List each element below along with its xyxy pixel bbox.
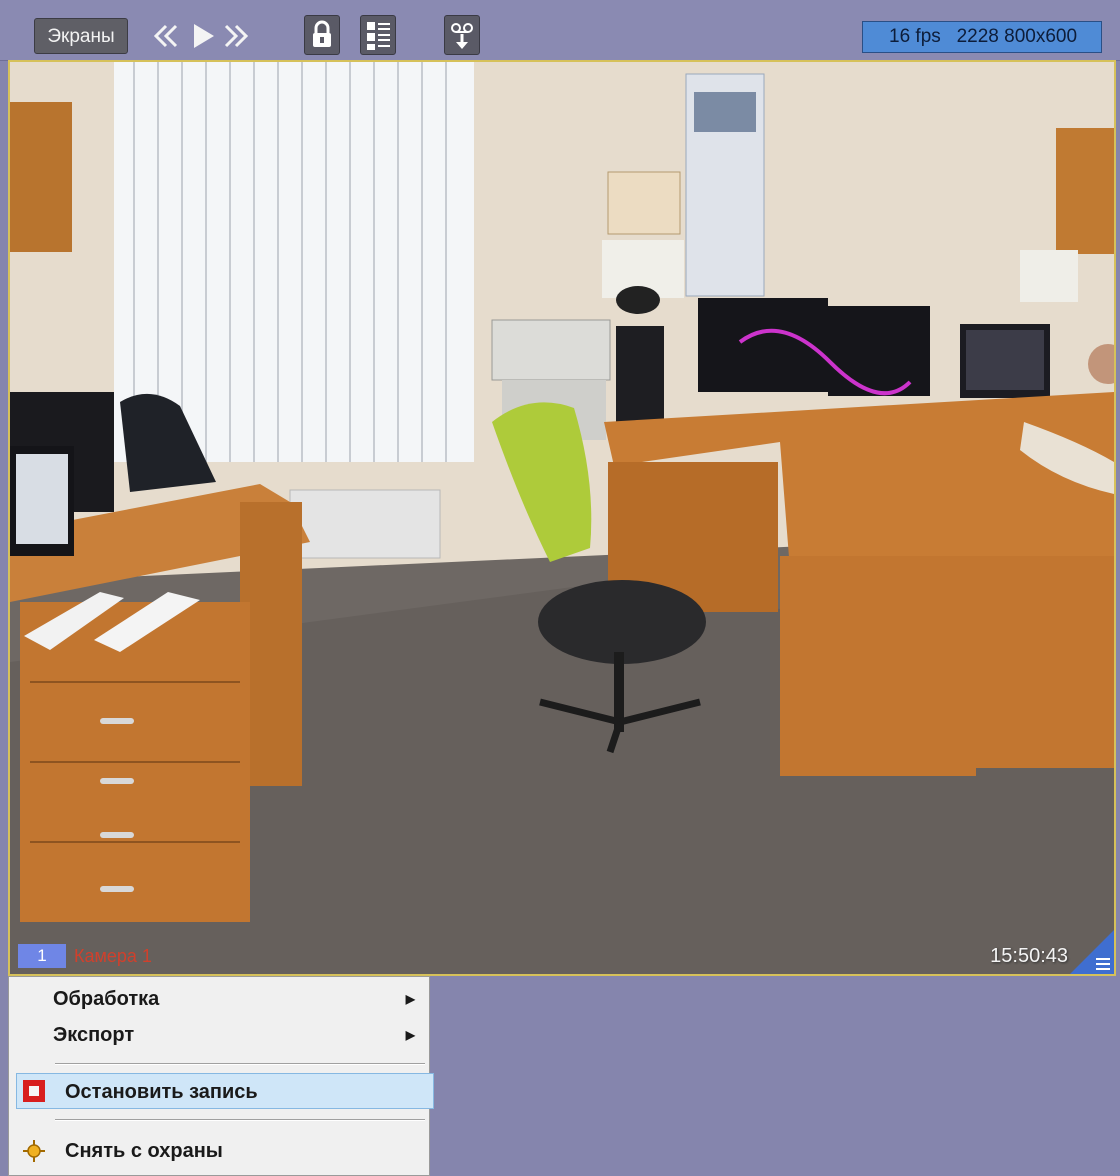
menu-item-processing[interactable]: Обработка ▶ — [9, 981, 429, 1017]
play-icon[interactable] — [188, 18, 218, 54]
video-timestamp: 15:50:43 — [990, 945, 1068, 967]
menu-item-disarm[interactable]: Снять с охраны — [9, 1133, 429, 1169]
context-menu: Обработка ▶ Экспорт ▶ Остановить запись … — [8, 976, 434, 1176]
lock-icon[interactable] — [304, 15, 340, 55]
camera-name-label: Камера 1 — [74, 946, 152, 966]
submenu-arrow-icon: ▶ — [405, 992, 415, 1006]
status-readout: 16 fps 2228 800x600 — [862, 21, 1102, 53]
camera-menu-icon[interactable] — [1070, 930, 1114, 974]
rewind-icon[interactable] — [146, 18, 186, 54]
camera-viewport[interactable]: 1 Камера 1 15:50:43 — [8, 60, 1116, 976]
submenu-arrow-icon: ▶ — [405, 1028, 415, 1042]
disarm-icon — [23, 1140, 45, 1162]
fast-forward-icon[interactable] — [216, 18, 256, 54]
toolbar: Экраны 16 fps 2228 800x600 — [0, 0, 1120, 61]
screens-button[interactable]: Экраны — [34, 18, 128, 54]
list-icon[interactable] — [360, 15, 396, 55]
stop-record-icon — [23, 1080, 45, 1102]
menu-item-export[interactable]: Экспорт ▶ — [9, 1017, 429, 1053]
menu-item-stop-recording[interactable]: Остановить запись — [16, 1073, 434, 1109]
menu-separator — [55, 1063, 425, 1065]
tape-download-icon[interactable] — [444, 15, 480, 55]
menu-separator — [55, 1119, 425, 1121]
camera-number-badge[interactable]: 1 — [18, 944, 66, 968]
camera-video-frame — [10, 62, 1114, 974]
